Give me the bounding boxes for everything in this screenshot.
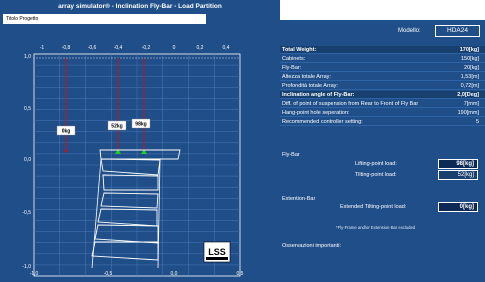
x-tick-label-top: 0,4 (223, 45, 230, 51)
y-tick-label: 1,0 (24, 54, 31, 60)
ext-tilting-label: Extended Tilting-point load: (340, 204, 407, 210)
x-tick-label-top: 0 (173, 45, 176, 51)
x-tick-label-top: -0,8 (62, 45, 71, 51)
y-tick-label: 0,0 (24, 157, 31, 163)
summary-row-label: Diff. of point of suspension from Rear t… (282, 101, 419, 107)
flybar-section-label: Fly-Bar (282, 152, 300, 158)
summary-row-value: 20[kg] (464, 65, 479, 71)
y-tick-label: 0,5 (24, 106, 31, 112)
summary-row-label: Cabinets: (282, 56, 306, 62)
logo-bar (206, 257, 228, 260)
app-title: array simulator® - Inclination Fly-Bar -… (58, 3, 222, 10)
logo-text: LSS (208, 247, 226, 257)
results-panel: Total Weight: 170[kg] Cabinets: 150[kg] Fly-… (280, 44, 485, 282)
summary-row-label: Inclination angle of Fly-Bar: (282, 92, 355, 98)
summary-row-label: Total Weight: (282, 47, 317, 53)
ext-tilting-value: 0[kg] (438, 202, 478, 212)
summary-row: Recommended controller setting: 5 (280, 118, 485, 126)
load-point (64, 149, 68, 153)
lifting-point-value: 98[kg] (438, 159, 478, 169)
summary-row-value: 7[mm] (463, 101, 479, 107)
flybar-frame (99, 149, 181, 160)
x-tick-label-top: -0,4 (114, 45, 123, 51)
summary-row-label: Profondità totale Array: (282, 83, 338, 89)
cabinet-outline (100, 158, 161, 176)
summary-row-value: 1,53[m] (460, 74, 479, 80)
x-tick-label-top: -1 (40, 45, 45, 51)
model-select[interactable]: HDA24 (435, 25, 480, 37)
x-tick-label-bottom: -1,0 (30, 271, 39, 277)
y-tick-label: -0,5 (22, 210, 31, 216)
summary-row: Profondità totale Array: 0,72[m] (280, 82, 485, 90)
array-diagram: -1 -0,8 -0,6 -0,4 -0,2 0 0,2 0,4 -1,0 -0,5 0,0 0,5 1… (22, 45, 244, 277)
x-tick-label-top: 0,2 (197, 45, 204, 51)
summary-row: Diff. of point of suspension from Rear t… (280, 100, 485, 108)
x-tick-label-bottom: 0,0 (171, 271, 178, 277)
x-tick-label-top: -0,6 (88, 45, 97, 51)
summary-row-value: 2,0[Deg] (457, 92, 479, 98)
cabinet-outline (100, 192, 159, 209)
extbar-section-label: Extention-Bar (282, 196, 316, 202)
lifting-point-label: Lifting-point load: (355, 161, 397, 167)
summary-row-value: 0,72[m] (460, 83, 479, 89)
model-header: Modello: HDA24 (280, 20, 485, 44)
summary-row-value: 170[kg] (459, 47, 479, 53)
y-tick-label: -1,0 (22, 264, 31, 270)
x-tick-label-bottom: 0,5 (237, 271, 244, 277)
title-bar: array simulator® - Inclination Fly-Bar -… (0, 0, 280, 28)
observations-label: Osservazioni importanti: (282, 243, 341, 249)
summary-row: Total Weight: 170[kg] (280, 46, 485, 54)
summary-row-label: Altezza totale Array: (282, 74, 331, 80)
cabinet-outline (97, 208, 158, 227)
model-label: Modello: (398, 28, 421, 34)
cabinet-outline (94, 224, 159, 244)
tilting-point-value: 52[kg] (438, 170, 478, 180)
summary-row-label: Recommended controller setting: (282, 119, 363, 125)
load-label: 52kg (111, 124, 122, 130)
load-label: 0kg (62, 129, 71, 135)
summary-row: Hang-point hole seperation: 190[mm] (280, 109, 485, 117)
summary-row-label: Hang-point hole seperation: (282, 110, 350, 116)
chart-panel: -1 -0,8 -0,6 -0,4 -0,2 0 0,2 0,4 -1,0 -0,5 0,0 0,5 1… (0, 28, 280, 282)
summary-row: Cabinets: 150[kg] (280, 55, 485, 63)
summary-row-value: 150[kg] (460, 56, 479, 62)
summary-row: Altezza totale Array: 1,53[m] (280, 73, 485, 81)
summary-row-value: 190[mm] (457, 110, 479, 116)
exclusion-note: *Fly-Frame and/or Extension-Bar excluded (336, 225, 416, 230)
cabinet-outline (91, 241, 159, 261)
project-title-field[interactable]: Titolo Progetto (3, 14, 206, 24)
x-tick-label-top: -0,2 (142, 45, 151, 51)
x-tick-label-bottom: -0,5 (104, 271, 113, 277)
summary-row-label: Fly-Bar: (282, 65, 302, 71)
tilting-point-label: Tilting-point load: (355, 172, 397, 178)
load-label: 98kg (135, 122, 146, 128)
summary-row-value: 5 (475, 119, 479, 125)
summary-row: Fly-Bar: 20[kg] (280, 64, 485, 72)
summary-row: Inclination angle of Fly-Bar: 2,0[Deg] (280, 91, 485, 99)
